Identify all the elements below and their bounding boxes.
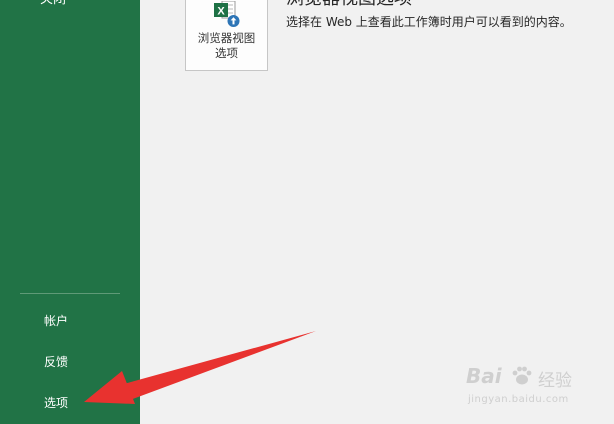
sidebar-item-feedback[interactable]: 反馈 <box>0 347 140 377</box>
sidebar-item-options[interactable]: 选项 <box>0 388 140 418</box>
watermark-brand: Bai <box>466 364 502 388</box>
baidu-jingyan-watermark: Bai 经验 jingyan.baidu.com <box>466 364 606 414</box>
sidebar-divider <box>20 293 120 294</box>
backstage-sidebar: 关闭 帐户 反馈 选项 <box>0 0 140 424</box>
sidebar-item-account[interactable]: 帐户 <box>0 306 140 336</box>
browser-view-options-button[interactable]: X 浏览器视图 选项 <box>185 0 268 71</box>
svg-text:X: X <box>217 6 225 18</box>
excel-backstage-view: 关闭 帐户 反馈 选项 X 浏览器视图选项 浏览器视图选项 选择在 Web 上查… <box>0 0 614 424</box>
excel-browser-view-icon: X <box>214 1 240 27</box>
sidebar-item-close[interactable]: 关闭 <box>40 0 66 7</box>
watermark-brand-cn: 经验 <box>538 371 572 391</box>
watermark-url: jingyan.baidu.com <box>468 394 569 405</box>
browser-view-options-label: 浏览器视图 选项 <box>197 31 256 60</box>
paw-icon <box>512 366 532 385</box>
browser-view-description: 选择在 Web 上查看此工作簿时用户可以看到的内容。 <box>286 15 572 29</box>
browser-view-title: 浏览器视图选项 <box>286 0 412 10</box>
